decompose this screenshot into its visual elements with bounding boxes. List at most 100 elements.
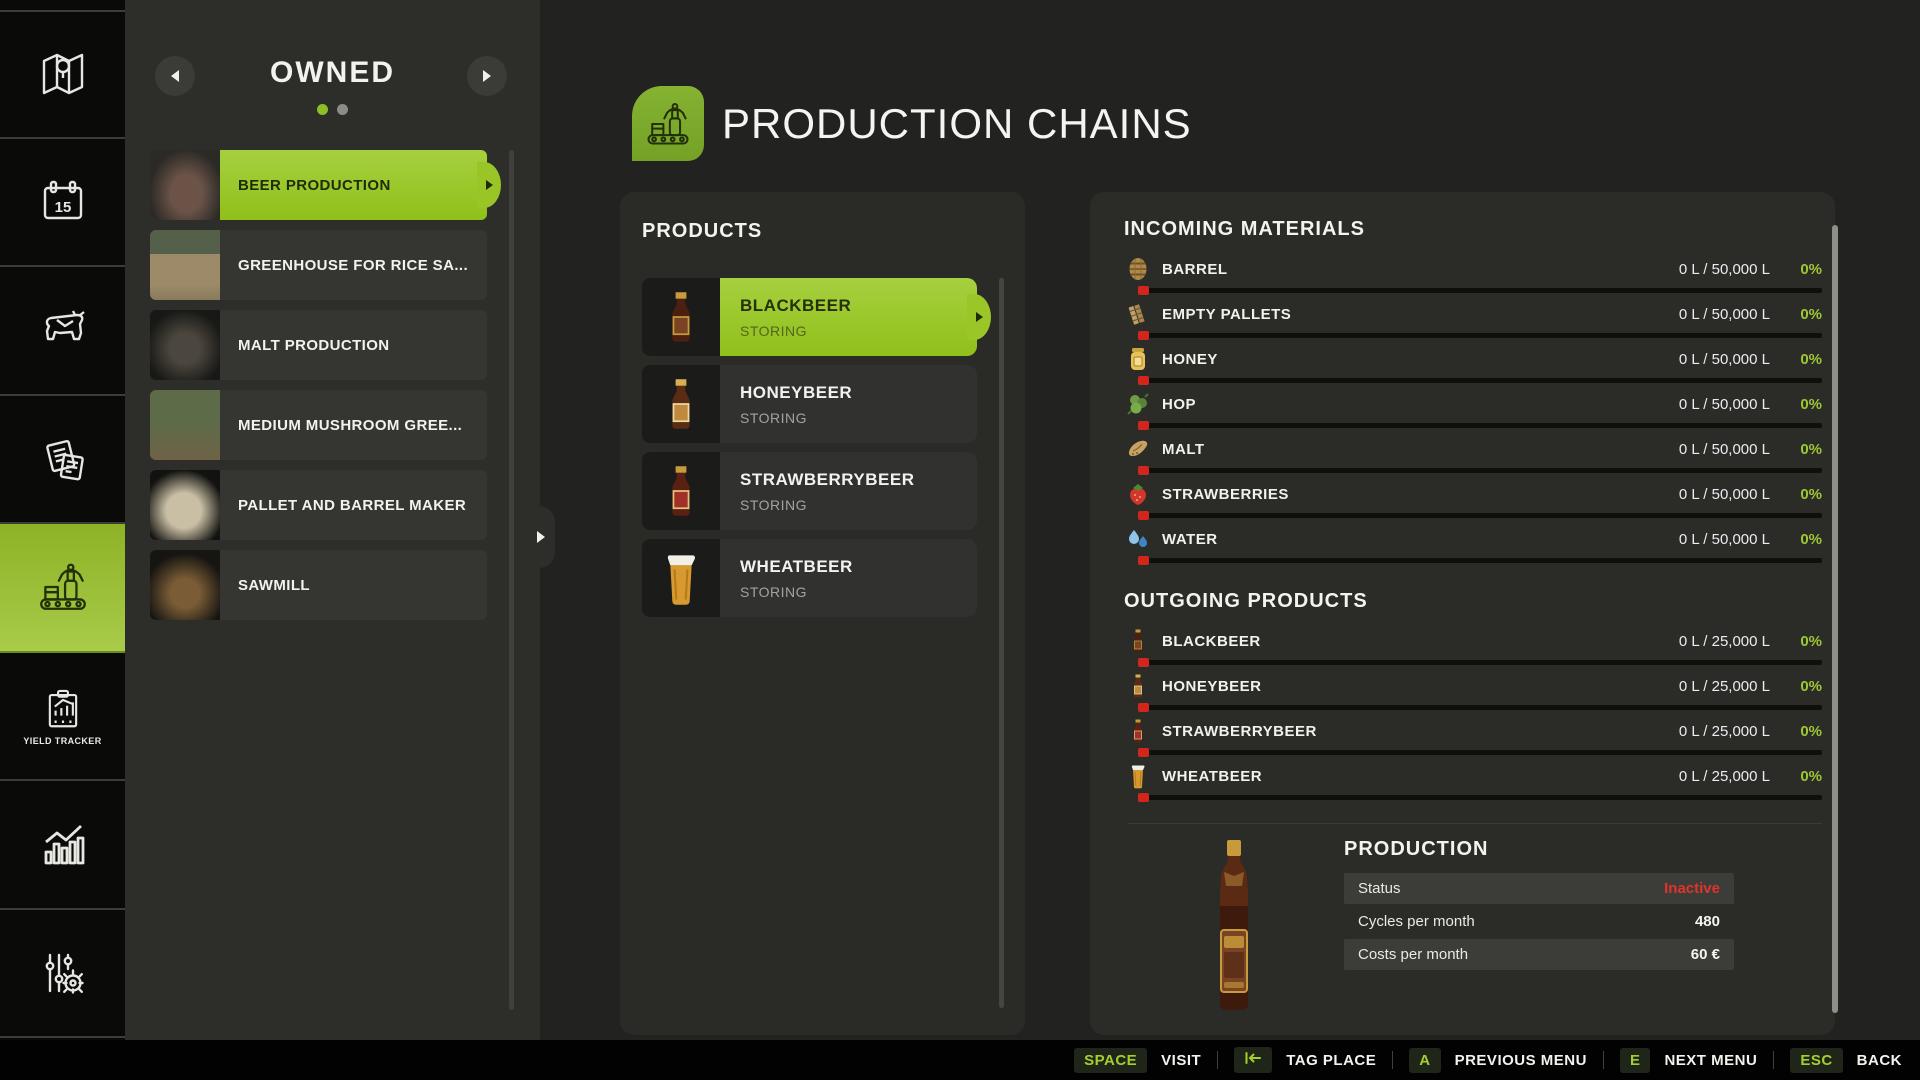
collapse-panel-toggle[interactable] <box>527 506 555 568</box>
tab-arrow-icon <box>1234 1047 1272 1073</box>
material-row[interactable]: HOP 0 L / 50,000 L 0% <box>1124 390 1822 435</box>
keybind-previous-menu[interactable]: A PREVIOUS MENU <box>1409 1048 1587 1073</box>
owned-building-item[interactable]: PALLET AND BARREL MAKER <box>150 470 487 540</box>
material-row[interactable]: WHEATBEER 0 L / 25,000 L 0% <box>1124 762 1822 807</box>
owned-next-button[interactable] <box>467 56 507 96</box>
page-title: PRODUCTION CHAINS <box>722 100 1192 148</box>
products-scrollbar[interactable] <box>999 278 1004 1008</box>
owned-building-item[interactable]: GREENHOUSE FOR RICE SA... <box>150 230 487 300</box>
fill-level-bar <box>1138 333 1822 338</box>
key-cap: ESC <box>1790 1048 1842 1073</box>
keybind-next-menu[interactable]: E NEXT MENU <box>1620 1048 1757 1073</box>
material-row[interactable]: WATER 0 L / 50,000 L 0% <box>1124 525 1822 570</box>
material-amount: 0 L / 25,000 L <box>1679 678 1770 695</box>
material-label: STRAWBERRYBEER <box>1162 723 1317 740</box>
owned-scrollbar[interactable] <box>509 150 514 1010</box>
material-label: WATER <box>1162 531 1218 548</box>
building-thumbnail <box>150 150 220 220</box>
material-label: HONEYBEER <box>1162 678 1262 695</box>
material-amount: 0 L / 25,000 L <box>1679 723 1770 740</box>
fill-level-bar <box>1138 795 1822 800</box>
material-percent: 0% <box>1770 351 1822 368</box>
owned-building-list: BEER PRODUCTION GREENHOUSE FOR RICE SA..… <box>150 150 487 630</box>
production-row-label: Cycles per month <box>1358 913 1475 930</box>
sidebar-item-settings[interactable] <box>0 910 125 1039</box>
statistics-icon <box>35 816 91 872</box>
product-thumbnail <box>642 365 720 443</box>
building-thumbnail <box>150 230 220 300</box>
selected-arrow-icon <box>967 294 991 340</box>
owned-panel: OWNED BEER PRODUCTION GREENHOUSE FOR RIC… <box>125 0 540 1040</box>
fill-marker <box>1138 286 1149 295</box>
wheatbeer-icon <box>1124 763 1152 789</box>
material-amount: 0 L / 50,000 L <box>1679 531 1770 548</box>
keybind-back[interactable]: ESC BACK <box>1790 1048 1902 1073</box>
sidebar-item-calendar[interactable]: 15 <box>0 139 125 268</box>
material-percent: 0% <box>1770 723 1822 740</box>
keybind-label: NEXT MENU <box>1664 1052 1757 1069</box>
building-label: GREENHOUSE FOR RICE SA... <box>238 257 468 274</box>
owned-building-item[interactable]: SAWMILL <box>150 550 487 620</box>
fill-marker <box>1138 793 1149 802</box>
sidebar-item-statistics[interactable] <box>0 781 125 910</box>
product-name: WHEATBEER <box>740 557 977 577</box>
fill-level-bar <box>1138 513 1822 518</box>
material-amount: 0 L / 50,000 L <box>1679 486 1770 503</box>
key-cap: A <box>1409 1048 1440 1073</box>
material-row[interactable]: EMPTY PALLETS 0 L / 50,000 L 0% <box>1124 300 1822 345</box>
material-amount: 0 L / 50,000 L <box>1679 396 1770 413</box>
keybind-label: VISIT <box>1161 1052 1201 1069</box>
product-name: HONEYBEER <box>740 383 977 403</box>
material-row[interactable]: HONEY 0 L / 50,000 L 0% <box>1124 345 1822 390</box>
material-row[interactable]: BARREL 0 L / 50,000 L 0% <box>1124 255 1822 300</box>
product-item[interactable]: BLACKBEER STORING <box>642 278 977 356</box>
material-row[interactable]: BLACKBEER 0 L / 25,000 L 0% <box>1124 627 1822 672</box>
details-scrollbar[interactable] <box>1832 225 1838 1013</box>
material-row[interactable]: STRAWBERRIES 0 L / 50,000 L 0% <box>1124 480 1822 525</box>
sidebar-item-contracts[interactable] <box>0 396 125 525</box>
yield-tracker-icon <box>40 686 86 732</box>
material-percent: 0% <box>1770 678 1822 695</box>
product-item[interactable]: STRAWBERRYBEER STORING <box>642 452 977 530</box>
yield-tracker-label: YIELD TRACKER <box>23 736 101 746</box>
left-icon-sidebar: 15 <box>0 0 125 1040</box>
material-row[interactable]: STRAWBERRYBEER 0 L / 25,000 L 0% <box>1124 717 1822 762</box>
owned-building-item[interactable]: BEER PRODUCTION <box>150 150 487 220</box>
product-item[interactable]: WHEATBEER STORING <box>642 539 977 617</box>
fill-level-bar <box>1138 750 1822 755</box>
material-label: BLACKBEER <box>1162 633 1261 650</box>
owned-building-item[interactable]: MALT PRODUCTION <box>150 310 487 380</box>
fill-marker <box>1138 748 1149 757</box>
sidebar-item-yield-tracker[interactable]: YIELD TRACKER <box>0 653 125 782</box>
material-row[interactable]: HONEYBEER 0 L / 25,000 L 0% <box>1124 672 1822 717</box>
strawberrybeer-icon <box>1124 718 1152 744</box>
material-label: STRAWBERRIES <box>1162 486 1289 503</box>
fill-marker <box>1138 376 1149 385</box>
contracts-icon <box>35 431 91 487</box>
fill-level-bar <box>1138 660 1822 665</box>
owned-building-item[interactable]: MEDIUM MUSHROOM GREE... <box>150 390 487 460</box>
material-percent: 0% <box>1770 396 1822 413</box>
material-percent: 0% <box>1770 261 1822 278</box>
material-amount: 0 L / 25,000 L <box>1679 633 1770 650</box>
product-item[interactable]: HONEYBEER STORING <box>642 365 977 443</box>
sidebar-item-production[interactable] <box>0 524 125 653</box>
sidebar-item-map[interactable] <box>0 10 125 139</box>
material-label: HOP <box>1162 396 1196 413</box>
fill-level-bar <box>1138 558 1822 563</box>
keybind-visit[interactable]: SPACE VISIT <box>1074 1048 1201 1073</box>
cow-icon <box>35 302 91 358</box>
material-label: BARREL <box>1162 261 1228 278</box>
incoming-materials-title: INCOMING MATERIALS <box>1124 218 1822 241</box>
material-row[interactable]: MALT 0 L / 50,000 L 0% <box>1124 435 1822 480</box>
fill-marker <box>1138 466 1149 475</box>
keybind-separator <box>1773 1051 1774 1069</box>
keybind-tag-place[interactable]: TAG PLACE <box>1234 1047 1376 1073</box>
pallet-icon <box>1124 301 1152 327</box>
sidebar-item-animals[interactable] <box>0 267 125 396</box>
page-dots <box>125 104 540 115</box>
building-label: MEDIUM MUSHROOM GREE... <box>238 417 462 434</box>
svg-text:15: 15 <box>54 199 71 216</box>
page-header: PRODUCTION CHAINS <box>632 86 1192 161</box>
keybind-label: TAG PLACE <box>1286 1052 1376 1069</box>
